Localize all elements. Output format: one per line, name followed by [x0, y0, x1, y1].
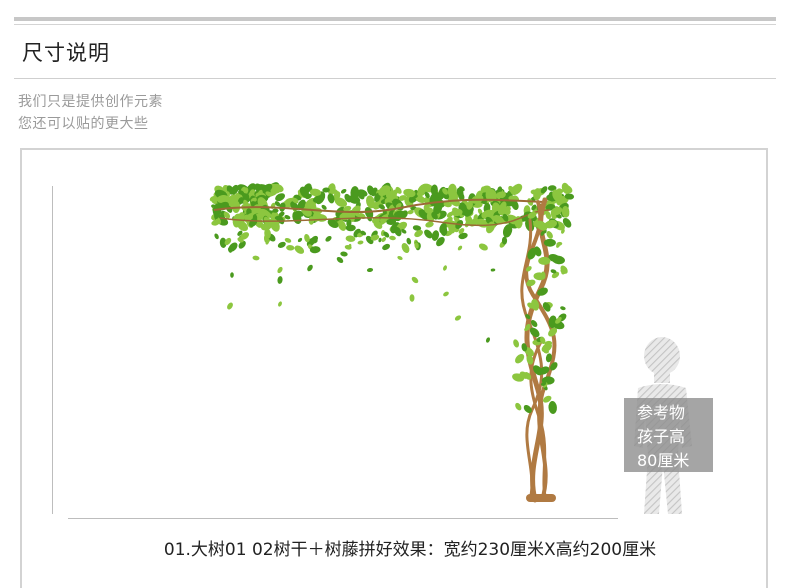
- leaf: [214, 233, 219, 240]
- leaf: [366, 267, 374, 273]
- leaf: [513, 339, 520, 348]
- leaf: [406, 237, 412, 245]
- leaf: [397, 255, 403, 261]
- leaf: [286, 245, 295, 251]
- reference-line-2: 孩子高: [637, 427, 686, 446]
- leaf: [485, 337, 491, 343]
- leaf: [515, 353, 525, 364]
- leaf: [277, 241, 286, 248]
- leaf: [411, 276, 419, 284]
- tree-vine-illustration: [209, 182, 575, 503]
- width-guide-line: [68, 518, 618, 519]
- leaf: [457, 245, 463, 251]
- height-guide-line: [52, 186, 53, 514]
- leaf: [297, 237, 303, 243]
- leaf: [307, 264, 313, 272]
- leaf: [227, 302, 233, 310]
- leaf: [425, 221, 434, 228]
- top-divider-thin: [14, 24, 776, 25]
- leaf: [389, 235, 396, 241]
- leaf: [443, 291, 449, 297]
- leaf: [490, 268, 496, 272]
- leaf: [443, 265, 447, 271]
- leaf: [340, 188, 347, 194]
- dimension-caption: 01.大树01 02树干＋树藤拼好效果：宽约230厘米X高约200厘米: [163, 540, 657, 560]
- top-divider-thick: [14, 17, 776, 21]
- note-line-1: 我们只是提供创作元素: [18, 94, 163, 110]
- leaf: [478, 243, 488, 251]
- leaf: [543, 238, 556, 247]
- leaf: [515, 402, 522, 411]
- leaf: [357, 240, 364, 245]
- leaf: [409, 294, 415, 302]
- leaf: [382, 243, 391, 251]
- section-title: 尺寸说明: [22, 41, 110, 65]
- leaf: [278, 301, 282, 307]
- leaf: [561, 182, 570, 195]
- leaf: [340, 251, 348, 257]
- leaf: [548, 401, 557, 414]
- leaf: [325, 235, 332, 242]
- leaf: [560, 306, 566, 311]
- leaf: [230, 272, 234, 278]
- note-line-2: 您还可以贴的更大些: [18, 116, 149, 132]
- title-divider: [14, 78, 776, 79]
- leaf: [538, 256, 551, 265]
- leaf: [277, 276, 283, 284]
- leaf: [294, 245, 305, 254]
- reference-line-3: 80厘米: [637, 451, 690, 470]
- leaf: [454, 315, 462, 321]
- reference-line-1: 参考物: [637, 403, 686, 422]
- falling-leaves: [227, 237, 496, 343]
- leaf: [277, 266, 283, 274]
- leaf: [336, 257, 344, 263]
- leaf: [252, 255, 260, 261]
